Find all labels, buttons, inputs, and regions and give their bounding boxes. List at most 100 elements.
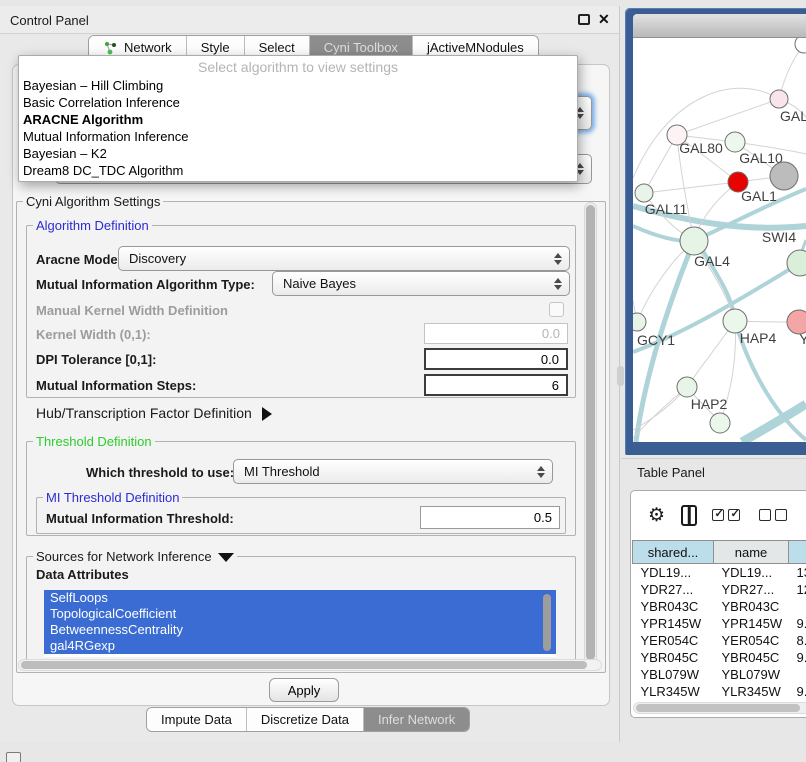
table-cell: 9. [789,615,806,632]
table-row[interactable]: YBL079WYBL079W [633,666,806,683]
network-node[interactable] [725,132,745,152]
table-cell: 8. [789,632,806,649]
manual-kernel-width-checkbox[interactable] [549,302,564,317]
kernel-width-field[interactable]: 0.0 [424,323,568,344]
mi-steps-value: 6 [552,378,559,393]
table-cell: YER054C [633,632,714,649]
network-node-label: Y [799,331,806,347]
network-node-label: HAP2 [691,396,728,412]
mi-steps-field[interactable]: 6 [424,374,568,396]
table-row[interactable]: YBR043CYBR043C [633,598,806,615]
hub-definition-label: Hub/Transcription Factor Definition [36,405,252,421]
dropdown-placeholder: Select algorithm to view settings [19,56,577,77]
table-panel-title: Table Panel [637,465,705,480]
dpi-tolerance-label: DPI Tolerance [0,1]: [36,352,156,367]
cyni-bottom-tabs: Impute Data Discretize Data Infer Networ… [146,707,470,732]
tab-discretize-data[interactable]: Discretize Data [247,708,364,731]
control-panel-titlebar: Control Panel ✕ [0,6,619,34]
network-node[interactable] [677,377,697,397]
table-row[interactable]: YBR045CYBR045C9. [633,649,806,666]
algorithm-option[interactable]: Dream8 DC_TDC Algorithm [19,162,577,179]
algorithm-option[interactable]: Mutual Information Inference [19,128,577,145]
hub-definition-expander[interactable]: Hub/Transcription Factor Definition [36,405,272,421]
column-header-shared-name[interactable]: shared... [633,541,714,564]
table-panel-toolbar: ⚙ [631,491,806,539]
deselect-all-columns-icon[interactable] [759,509,791,521]
algorithm-option[interactable]: Bayesian – Hill Climbing [19,77,577,94]
table-row[interactable]: YER054CYER054C8. [633,632,806,649]
table-cell: 9. [789,649,806,666]
network-node[interactable] [680,227,708,255]
close-panel-icon[interactable]: ✕ [598,11,610,28]
mi-algorithm-type-combobox[interactable]: Naive Bayes [272,271,570,296]
network-node-label: GAL [780,108,806,124]
network-node[interactable] [787,250,806,276]
tab-infer-network[interactable]: Infer Network [364,708,469,731]
mi-threshold-value: 0.5 [534,510,552,525]
tab-label: Style [201,40,230,55]
select-all-columns-icon[interactable] [712,509,744,521]
network-graph: GALGAL80GAL10GAL1GAL11GAL4SWI4GCY1HAP4YH… [633,38,806,442]
expander-down-arrow-icon[interactable] [218,553,234,562]
attribute-list-item[interactable]: BetweennessCentrality [44,622,556,638]
algorithm-option[interactable]: ARACNE Algorithm [19,111,577,128]
table-cell: YDL19... [633,564,714,581]
algorithm-option[interactable]: Bayesian – K2 [19,145,577,162]
table-cell: YLR345W [714,683,789,700]
attribute-list-item[interactable]: gal4RGexp [44,638,556,654]
table-header-row: shared... name A [633,541,806,564]
table-row[interactable]: YLR345WYLR345W9. [633,683,806,700]
table-options-gear-icon[interactable]: ⚙ [648,504,665,527]
tab-label: jActiveMNodules [427,40,524,55]
algorithm-option-list: Bayesian – Hill ClimbingBasic Correlatio… [19,77,577,179]
data-attributes-list[interactable]: SelfLoopsTopologicalCoefficientBetweenne… [44,590,556,657]
column-layout-icon[interactable] [681,505,697,526]
float-panel-icon[interactable] [578,14,590,25]
attribute-list-item[interactable]: SelfLoops [44,590,556,606]
table-cell: YBR045C [714,649,789,666]
network-canvas[interactable]: GALGAL80GAL10GAL1GAL11GAL4SWI4GCY1HAP4YH… [633,38,806,442]
dpi-tolerance-field[interactable]: 0.0 [424,348,568,370]
algorithm-dropdown-popup: Select algorithm to view settings Bayesi… [18,55,578,182]
aracne-mode-combobox[interactable]: Discovery [118,246,570,271]
control-panel: Control Panel ✕ Network Style Select Cyn… [0,6,620,742]
settings-horizontal-scrollbar[interactable] [18,659,602,671]
which-threshold-combobox[interactable]: MI Threshold [233,459,553,484]
network-node[interactable] [795,38,806,53]
table-row[interactable]: YDR27...YDR27...12 [633,581,806,598]
column-header-partial[interactable]: A [789,541,806,564]
network-node[interactable] [770,90,788,108]
table-cell [789,666,806,683]
mi-threshold-field[interactable]: 0.5 [420,506,560,529]
algorithm-option[interactable]: Basic Correlation Inference [19,94,577,111]
column-header-name[interactable]: name [714,541,789,564]
apply-button[interactable]: Apply [269,678,339,702]
network-node-label: HAP4 [740,330,777,346]
table-cell: YBR043C [633,598,714,615]
control-panel-title: Control Panel [10,13,89,28]
network-node[interactable] [633,313,646,331]
table-row[interactable]: YPR145WYPR145W9. [633,615,806,632]
network-node-label: GAL1 [741,188,777,204]
table-cell: YBR043C [714,598,789,615]
expander-right-arrow-icon[interactable] [262,407,272,421]
table-cell: 12 [789,581,806,598]
tab-label: Cyni Toolbox [324,40,398,55]
apply-button-label: Apply [288,683,321,698]
network-node[interactable] [770,162,798,190]
docked-panel-icon[interactable] [6,752,21,762]
tab-label: Impute Data [161,712,232,727]
table-row[interactable]: YDL19...YDL19...13 [633,564,806,581]
attribute-list-item[interactable]: TopologicalCoefficient [44,606,556,622]
settings-vertical-scrollbar[interactable] [584,202,597,664]
table-horizontal-scrollbar[interactable] [633,702,806,714]
threshold-definition-title: Threshold Definition [33,434,155,449]
table-cell: YBL079W [633,666,714,683]
network-window-titlebar[interactable] [633,14,806,38]
kernel-width-label: Kernel Width (0,1): [36,327,151,342]
tab-impute-data[interactable]: Impute Data [147,708,247,731]
network-node[interactable] [710,413,730,433]
network-node[interactable] [635,184,653,202]
panel-splitter-handle[interactable] [617,366,624,386]
attributes-list-scrollbar[interactable] [543,594,551,651]
